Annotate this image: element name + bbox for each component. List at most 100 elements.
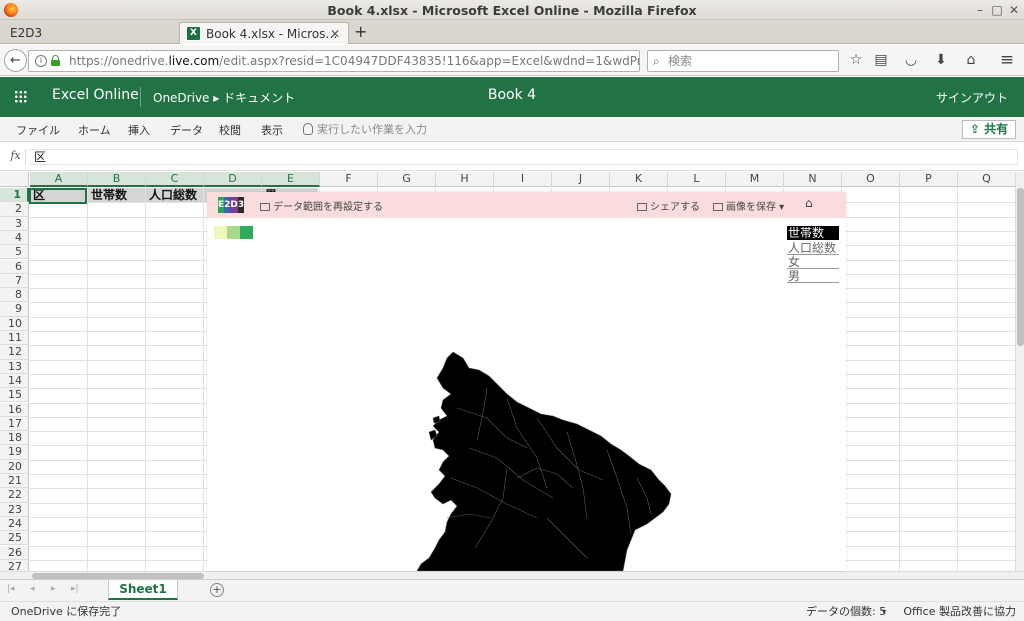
row-header-14[interactable]: 14 [0,373,29,389]
column-header-i[interactable]: I [494,172,552,187]
tab-close-icon[interactable]: ✕ [330,23,340,45]
share-button[interactable]: ⇪ 共有 [962,120,1016,139]
column-header-q[interactable]: Q [958,172,1015,187]
map-region-outline[interactable] [416,351,672,571]
row-header-24[interactable]: 24 [0,516,29,532]
row-header-7[interactable]: 7 [0,273,29,289]
url-bar[interactable]: i https://onedrive.live.com/edit.aspx?re… [28,50,640,72]
map-island[interactable] [432,415,441,424]
tab-file[interactable]: ファイル [16,122,60,138]
row-header-16[interactable]: 16 [0,402,29,417]
row-header-22[interactable]: 22 [0,488,29,503]
row-header-8[interactable]: 8 [0,288,29,303]
row-header-26[interactable]: 26 [0,545,29,560]
column-header-g[interactable]: G [378,172,436,187]
row-header-1[interactable]: 1 [0,188,29,203]
column-header-d[interactable]: D [204,172,262,187]
column-header-k[interactable]: K [610,172,668,187]
browser-tab-e2d3[interactable]: E2D3 [0,22,178,44]
horizontal-scrollbar[interactable] [0,571,1024,579]
row-header-19[interactable]: 19 [0,445,29,460]
row-header-13[interactable]: 13 [0,359,29,374]
column-header-c[interactable]: C [146,172,204,187]
document-title[interactable]: Book 4 [0,87,1024,103]
function-icon[interactable]: fx [6,149,26,165]
e2d3-logo[interactable]: E 2 D 3 [218,197,245,213]
first-sheet-icon[interactable]: |◂ [7,584,15,594]
reader-view-icon[interactable]: ▤ [872,51,890,69]
save-status: OneDrive に保存完了 [11,605,122,618]
column-header-o[interactable]: O [842,172,900,187]
share-chart-button[interactable]: シェアする [637,198,700,213]
cell-b1[interactable]: 世帯数 [88,188,145,202]
row-header-18[interactable]: 18 [0,431,29,446]
e2d3-chart-panel[interactable]: E 2 D 3 データ範囲を再設定する シェアする 画像を保存 ▾ ⌂ 世帯数 … [207,192,846,571]
column-header-l[interactable]: L [668,172,726,187]
last-sheet-icon[interactable]: ▸| [71,584,79,594]
info-icon[interactable]: i [35,55,47,67]
tab-home[interactable]: ホーム [78,122,111,138]
row-header-9[interactable]: 9 [0,302,29,317]
reset-data-range-button[interactable]: データ範囲を再設定する [260,198,383,213]
row-header-17[interactable]: 17 [0,416,29,432]
count-summary[interactable]: データの個数: 5 [806,602,886,621]
row-header-23[interactable]: 23 [0,502,29,517]
hamburger-menu-icon[interactable]: ≡ [998,51,1016,69]
url-text[interactable]: https://onedrive.live.com/edit.aspx?resi… [69,51,639,71]
column-header-f[interactable]: F [320,172,378,187]
sign-out-link[interactable]: サインアウト [936,89,1008,106]
column-header-h[interactable]: H [436,172,494,187]
column-header-m[interactable]: M [726,172,784,187]
row-header-10[interactable]: 10 [0,316,29,331]
bookmark-star-icon[interactable]: ☆ [847,51,865,69]
choropleth-map[interactable] [207,218,846,571]
tab-view[interactable]: 表示 [261,122,283,138]
row-header-5[interactable]: 5 [0,245,29,260]
pocket-icon[interactable]: ◡ [902,51,920,69]
maximize-icon[interactable]: □ [989,2,1005,18]
column-header-e[interactable]: E [262,172,320,187]
row-header-2[interactable]: 2 [0,202,29,217]
row-header-27[interactable]: 27 [0,559,29,571]
row-header-11[interactable]: 11 [0,331,29,346]
row-header-20[interactable]: 20 [0,459,29,474]
tab-data[interactable]: データ [170,122,203,138]
chevron-down-icon[interactable]: ▾ [882,602,886,621]
minimize-icon[interactable]: – [972,2,988,18]
row-header-6[interactable]: 6 [0,259,29,274]
tab-insert[interactable]: 挿入 [128,122,150,138]
column-header-p[interactable]: P [900,172,958,187]
add-sheet-icon[interactable]: + [210,583,224,597]
row-header-15[interactable]: 15 [0,388,29,403]
scroll-thumb[interactable] [1017,188,1024,346]
prev-sheet-icon[interactable]: ◂ [30,584,35,594]
cell-c1[interactable]: 人口総数 [146,188,203,202]
vertical-scrollbar[interactable] [1015,172,1024,571]
column-header-b[interactable]: B [88,172,146,187]
select-all-corner[interactable] [0,172,29,187]
browser-tab-excel[interactable]: X Book 4.xlsx - Micros… ✕ [179,22,349,44]
column-header-j[interactable]: J [552,172,610,187]
row-header-21[interactable]: 21 [0,474,29,489]
new-tab-icon[interactable]: + [354,22,367,42]
feedback-link[interactable]: Office 製品改善に協力 [903,602,1016,621]
row-header-4[interactable]: 4 [0,230,29,246]
row-header-25[interactable]: 25 [0,531,29,546]
close-window-icon[interactable]: ✕ [1006,2,1022,18]
home-icon[interactable]: ⌂ [962,51,980,69]
back-arrow-icon[interactable]: ← [4,49,27,72]
column-header-n[interactable]: N [784,172,842,187]
row-header-3[interactable]: 3 [0,216,29,231]
column-header-a[interactable]: A [30,172,88,187]
download-icon[interactable]: ⬇ [932,51,950,69]
search-placeholder: 検索 [668,54,693,68]
tab-review[interactable]: 校閲 [219,122,241,138]
search-input[interactable]: ⌕ 検索 [647,50,839,72]
formula-input[interactable]: 区 [30,149,1018,165]
next-sheet-icon[interactable]: ▸ [51,584,56,594]
row-header-12[interactable]: 12 [0,345,29,360]
save-image-button[interactable]: 画像を保存 ▾ [713,198,784,213]
home-icon[interactable]: ⌂ [805,196,813,210]
sheet-tab-sheet1[interactable]: Sheet1 [108,580,178,600]
tell-me-input[interactable]: 実行したい作業を入力 [303,121,427,137]
